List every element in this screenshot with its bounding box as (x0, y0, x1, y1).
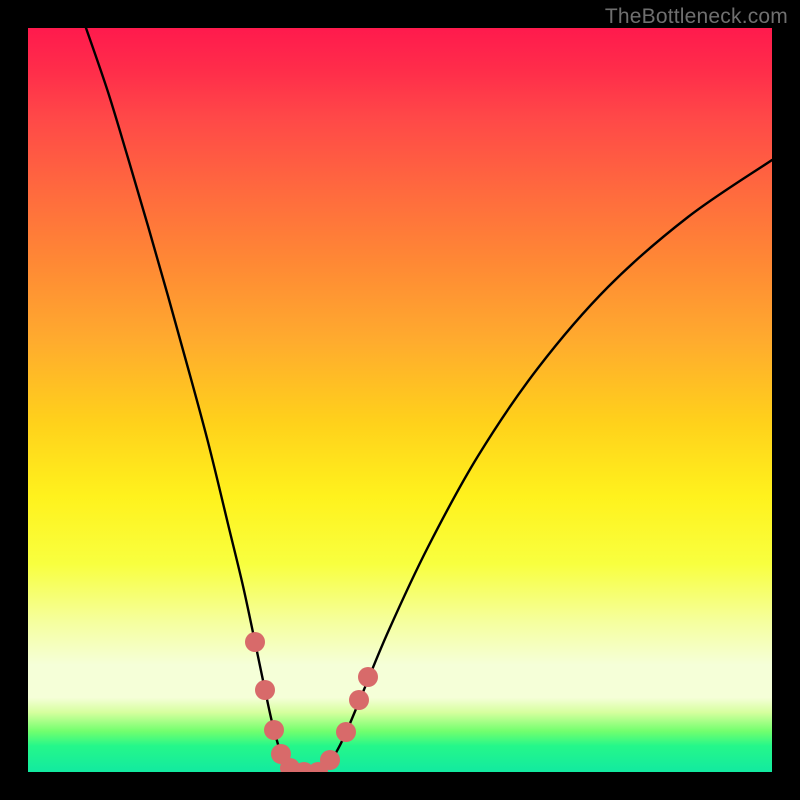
site-watermark: TheBottleneck.com (605, 5, 788, 29)
bottleneck-curve (86, 28, 772, 772)
marker-right-4 (358, 667, 378, 687)
marker-left-2 (255, 680, 275, 700)
marker-left-3 (264, 720, 284, 740)
curve-markers (245, 632, 378, 772)
marker-right-2 (336, 722, 356, 742)
curve-layer (28, 28, 772, 772)
marker-right-3 (349, 690, 369, 710)
plot-area (28, 28, 772, 772)
marker-right-1 (320, 750, 340, 770)
marker-left-1 (245, 632, 265, 652)
chart-stage: TheBottleneck.com (0, 0, 800, 800)
